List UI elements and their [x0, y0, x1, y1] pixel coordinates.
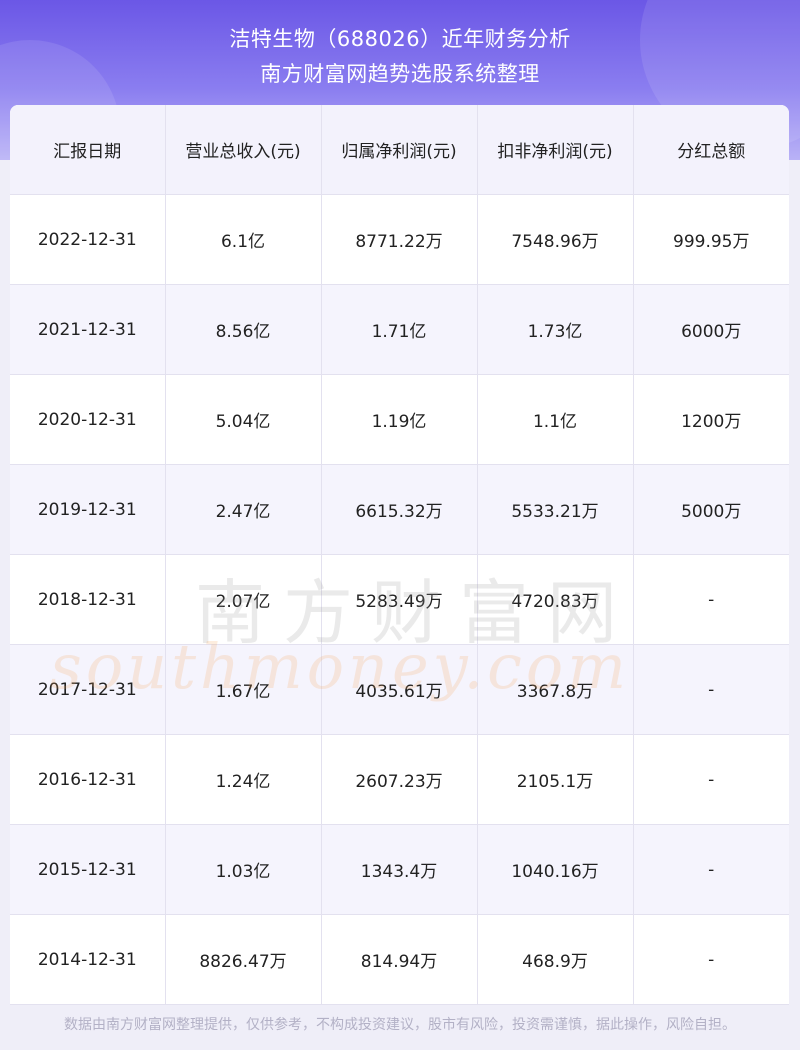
table-header-row: 汇报日期 营业总收入(元) 归属净利润(元) 扣非净利润(元) 分红总额 — [10, 105, 789, 195]
financial-table: 汇报日期 营业总收入(元) 归属净利润(元) 扣非净利润(元) 分红总额 202… — [10, 105, 789, 1005]
cell-date: 2020-12-31 — [10, 374, 166, 465]
cell-dividend: - — [633, 734, 789, 825]
cell-revenue: 1.03亿 — [165, 824, 322, 915]
column-header-date: 汇报日期 — [10, 105, 166, 195]
cell-dividend: 6000万 — [633, 284, 789, 375]
table-row: 2015-12-31 1.03亿 1343.4万 1040.16万 - — [10, 824, 789, 915]
cell-net-profit: 814.94万 — [321, 914, 478, 1005]
column-header-net-profit: 归属净利润(元) — [321, 105, 478, 195]
footer-disclaimer: 数据由南方财富网整理提供，仅供参考，不构成投资建议，股市有风险，投资需谨慎，据此… — [64, 1017, 736, 1033]
financial-table-card: 汇报日期 营业总收入(元) 归属净利润(元) 扣非净利润(元) 分红总额 202… — [10, 105, 789, 1005]
cell-dividend: - — [633, 554, 789, 645]
cell-revenue: 2.07亿 — [165, 554, 322, 645]
cell-net-profit: 2607.23万 — [321, 734, 478, 825]
cell-date: 2018-12-31 — [10, 554, 166, 645]
cell-net-profit: 4035.61万 — [321, 644, 478, 735]
column-header-dividend: 分红总额 — [633, 105, 789, 195]
cell-date: 2017-12-31 — [10, 644, 166, 735]
cell-deducted-net-profit: 3367.8万 — [477, 644, 634, 735]
table-row: 2014-12-31 8826.47万 814.94万 468.9万 - — [10, 914, 789, 1005]
cell-net-profit: 8771.22万 — [321, 194, 478, 285]
column-header-revenue: 营业总收入(元) — [165, 105, 322, 195]
cell-deducted-net-profit: 4720.83万 — [477, 554, 634, 645]
cell-date: 2019-12-31 — [10, 464, 166, 555]
cell-deducted-net-profit: 468.9万 — [477, 914, 634, 1005]
table-row: 2019-12-31 2.47亿 6615.32万 5533.21万 5000万 — [10, 464, 789, 555]
table-row: 2017-12-31 1.67亿 4035.61万 3367.8万 - — [10, 644, 789, 735]
cell-net-profit: 1.19亿 — [321, 374, 478, 465]
cell-net-profit: 6615.32万 — [321, 464, 478, 555]
cell-revenue: 8826.47万 — [165, 914, 322, 1005]
table-row: 2018-12-31 2.07亿 5283.49万 4720.83万 - — [10, 554, 789, 645]
cell-dividend: 1200万 — [633, 374, 789, 465]
cell-revenue: 1.24亿 — [165, 734, 322, 825]
cell-deducted-net-profit: 1040.16万 — [477, 824, 634, 915]
cell-revenue: 1.67亿 — [165, 644, 322, 735]
cell-deducted-net-profit: 1.1亿 — [477, 374, 634, 465]
cell-date: 2022-12-31 — [10, 194, 166, 285]
cell-date: 2016-12-31 — [10, 734, 166, 825]
cell-deducted-net-profit: 1.73亿 — [477, 284, 634, 375]
cell-net-profit: 1343.4万 — [321, 824, 478, 915]
cell-revenue: 8.56亿 — [165, 284, 322, 375]
cell-revenue: 5.04亿 — [165, 374, 322, 465]
cell-dividend: 999.95万 — [633, 194, 789, 285]
table-row: 2020-12-31 5.04亿 1.19亿 1.1亿 1200万 — [10, 374, 789, 465]
cell-deducted-net-profit: 7548.96万 — [477, 194, 634, 285]
page-subtitle: 南方财富网趋势选股系统整理 — [260, 62, 540, 86]
cell-date: 2014-12-31 — [10, 914, 166, 1005]
cell-net-profit: 5283.49万 — [321, 554, 478, 645]
cell-date: 2021-12-31 — [10, 284, 166, 375]
page-title: 洁特生物（688026）近年财务分析 — [229, 27, 571, 51]
cell-revenue: 6.1亿 — [165, 194, 322, 285]
cell-deducted-net-profit: 2105.1万 — [477, 734, 634, 825]
cell-dividend: - — [633, 644, 789, 735]
cell-date: 2015-12-31 — [10, 824, 166, 915]
column-header-deducted-net-profit: 扣非净利润(元) — [477, 105, 634, 195]
cell-dividend: - — [633, 824, 789, 915]
cell-net-profit: 1.71亿 — [321, 284, 478, 375]
table-row: 2021-12-31 8.56亿 1.71亿 1.73亿 6000万 — [10, 284, 789, 375]
cell-dividend: - — [633, 914, 789, 1005]
table-row: 2016-12-31 1.24亿 2607.23万 2105.1万 - — [10, 734, 789, 825]
cell-deducted-net-profit: 5533.21万 — [477, 464, 634, 555]
cell-revenue: 2.47亿 — [165, 464, 322, 555]
table-row: 2022-12-31 6.1亿 8771.22万 7548.96万 999.95… — [10, 194, 789, 285]
cell-dividend: 5000万 — [633, 464, 789, 555]
